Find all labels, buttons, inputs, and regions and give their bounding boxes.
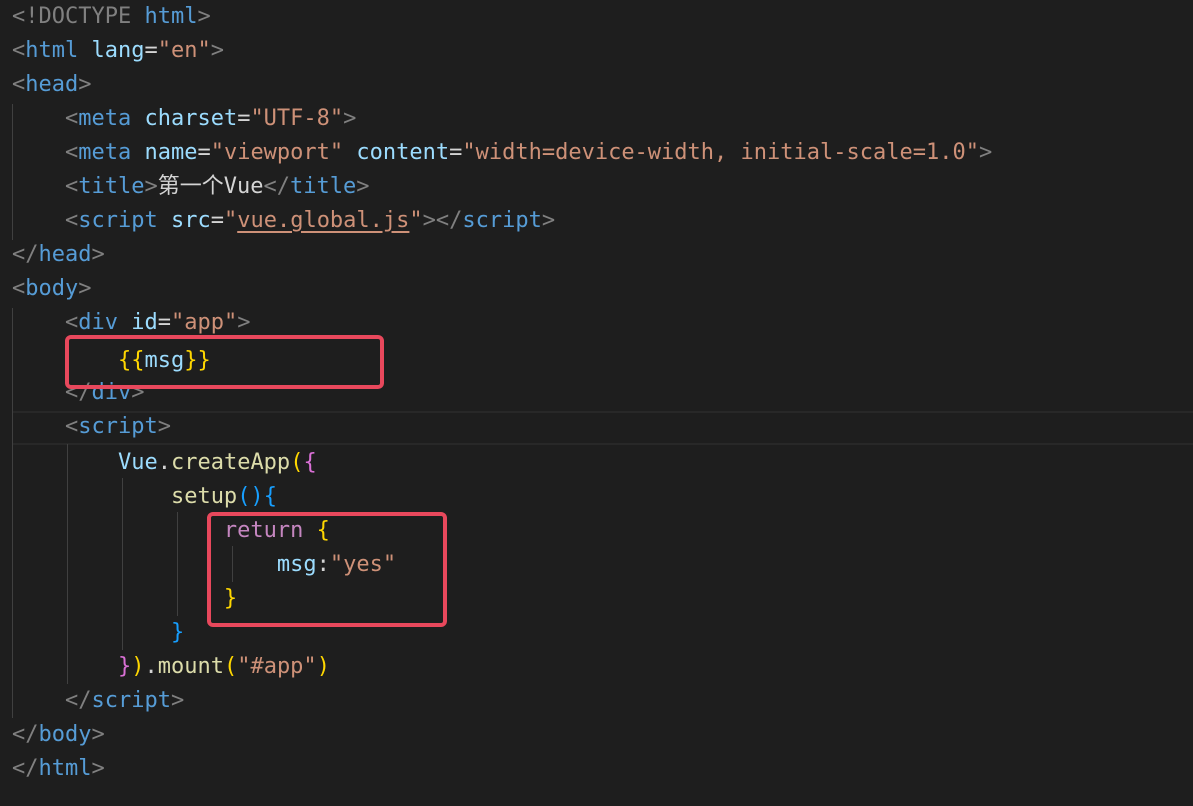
code-line-4[interactable]: <meta charset="UTF-8"> (12, 102, 356, 136)
tag-name: head (38, 242, 92, 267)
doctype-html: html (144, 4, 198, 29)
tag-name: div (78, 310, 118, 335)
code-line-15[interactable]: setup(){ (12, 480, 277, 514)
tag-name: body (38, 722, 92, 747)
method-name: createApp (170, 450, 291, 475)
brace: { (303, 450, 317, 475)
tag-name: script (462, 208, 542, 233)
attr-name: charset (144, 106, 238, 131)
tag-name: body (25, 276, 79, 301)
parens: () (237, 484, 264, 509)
current-line-highlight (12, 411, 1193, 445)
attr-value: "width=device-width, initial-scale=1.0" (462, 140, 979, 165)
tag-name: meta (78, 106, 132, 131)
code-line-23[interactable]: </html> (12, 752, 105, 786)
function-name: setup (170, 484, 238, 509)
code-line-20[interactable]: }).mount("#app") (12, 650, 330, 684)
doctype-keyword: !DOCTYPE (25, 4, 132, 29)
code-line-3[interactable]: <head> (12, 68, 91, 102)
brace: } (170, 620, 185, 645)
paren: ( (223, 654, 238, 679)
attr-value: "viewport" (210, 140, 344, 165)
annotation-box-mustache (65, 335, 384, 389)
attr-name: src (170, 208, 211, 233)
tag-name: meta (78, 140, 132, 165)
code-line-14[interactable]: Vue.createApp({ (12, 446, 317, 480)
tag-name: html (25, 38, 79, 63)
attr-name: lang (91, 38, 145, 63)
code-line-8[interactable]: </head> (12, 238, 105, 272)
string-value: "#app" (237, 654, 317, 679)
tag-name: script (78, 208, 158, 233)
paren: ) (131, 654, 145, 679)
title-text: 第一个Vue (157, 174, 264, 199)
code-line-21[interactable]: </script> (12, 684, 184, 718)
code-line-19[interactable]: } (12, 616, 184, 650)
method-name: mount (157, 654, 224, 679)
vue-object: Vue (117, 450, 158, 475)
code-line-6[interactable]: <title>第一个Vue</title> (12, 170, 369, 204)
brace: { (263, 484, 277, 509)
paren: ( (290, 450, 304, 475)
attr-name: content (356, 140, 450, 165)
tag-name: html (38, 756, 92, 781)
attr-value: "app" (170, 310, 238, 335)
code-line-13[interactable]: <script> (12, 410, 171, 444)
code-editor[interactable]: <!DOCTYPE html> <html lang="en"> <head> … (0, 0, 1193, 806)
tag-name: title (289, 174, 357, 199)
brace: } (117, 654, 132, 679)
code-line-1[interactable]: <!DOCTYPE html> (12, 0, 211, 34)
code-line-9[interactable]: <body> (12, 272, 91, 306)
attr-name: name (144, 140, 198, 165)
attr-name: id (131, 310, 158, 335)
paren: ) (316, 654, 330, 679)
annotation-box-return (207, 512, 447, 627)
tag-name: title (78, 174, 145, 199)
code-line-22[interactable]: </body> (12, 718, 105, 752)
code-line-7[interactable]: <script src="vue.global.js"></script> (12, 204, 555, 238)
tag-name: script (78, 414, 158, 439)
code-line-18[interactable]: } (12, 582, 237, 616)
attr-value: "en" (157, 38, 211, 63)
script-src-link[interactable]: vue.global.js (237, 208, 409, 233)
tag-name: head (25, 72, 79, 97)
code-line-5[interactable]: <meta name="viewport" content="width=dev… (12, 136, 992, 170)
code-line-2[interactable]: <html lang="en"> (12, 34, 224, 68)
attr-value: "UTF-8" (250, 106, 344, 131)
tag-name: script (91, 688, 171, 713)
